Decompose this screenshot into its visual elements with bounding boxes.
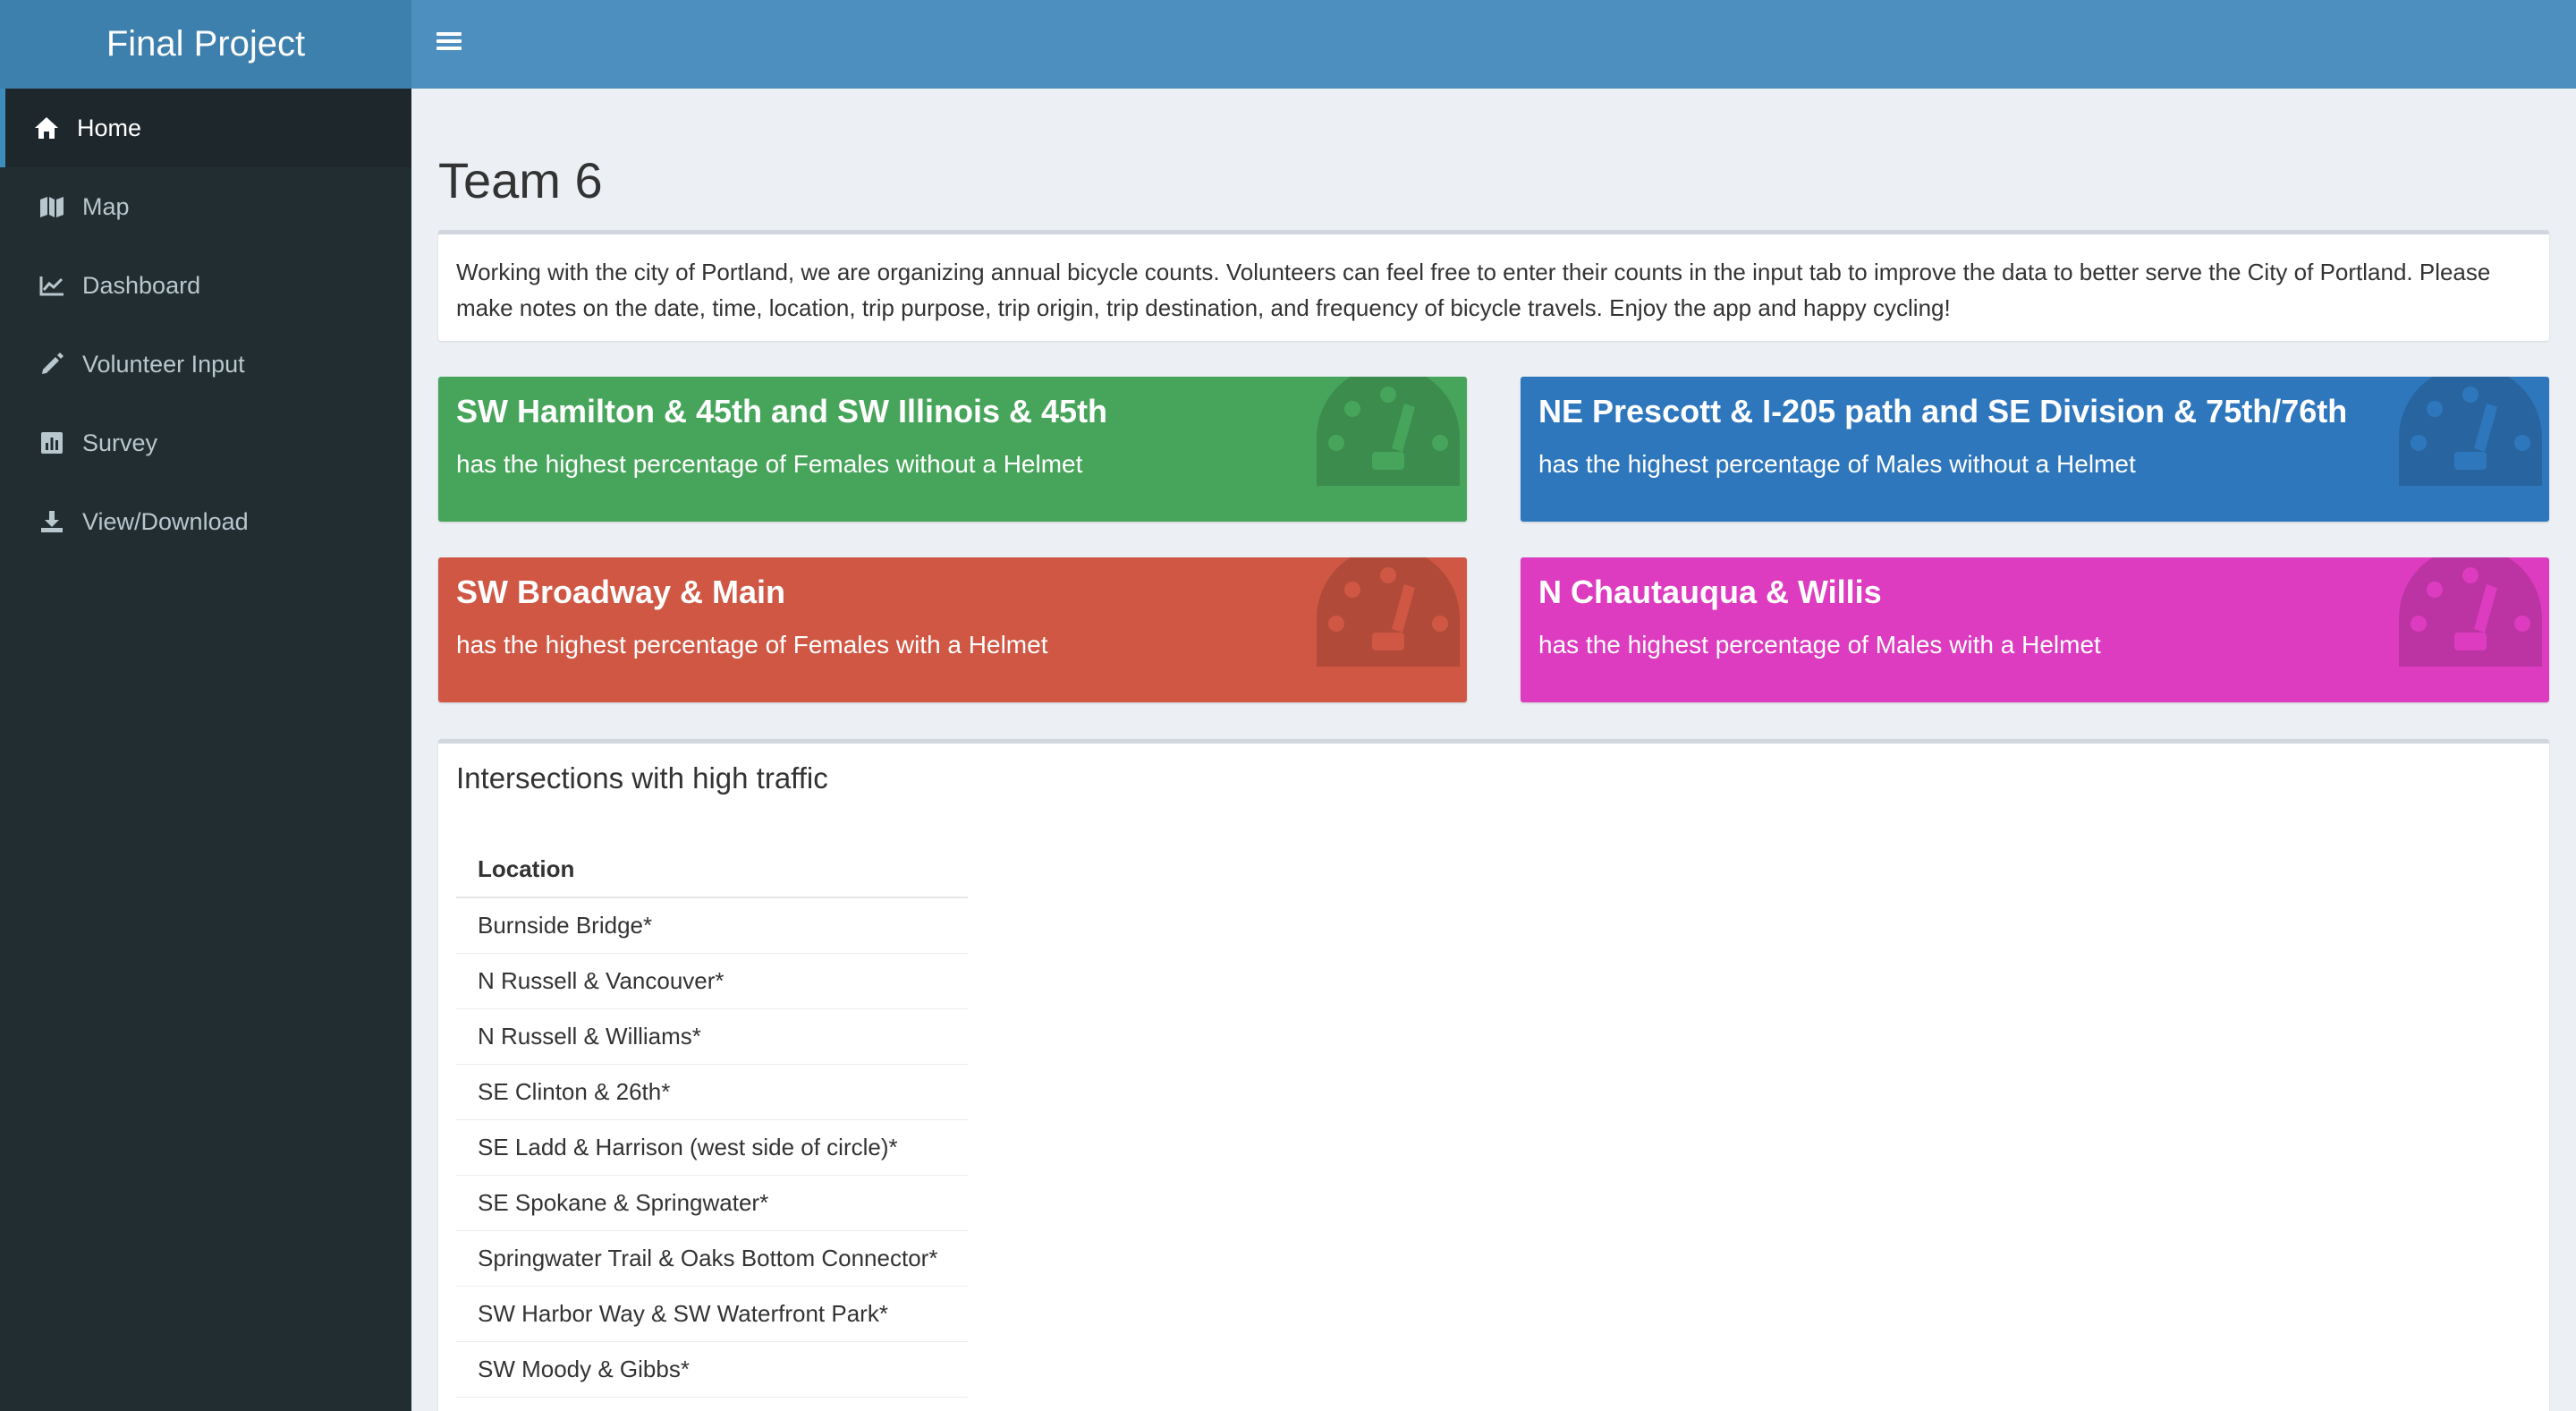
table-row: Burnside Bridge* [456,897,968,954]
value-box-subtitle: has the highest percentage of Females wi… [456,450,1083,478]
table-cell: SW Moody & Gibbs* [456,1341,968,1398]
table-row: N Russell & Vancouver* [456,953,968,1009]
sidebar-item-view-download[interactable]: View/Download [0,482,411,561]
home-icon [32,114,61,142]
intro-text: Working with the city of Portland, we ar… [456,259,2491,321]
value-box-title: SW Hamilton & 45th and SW Illinois & 45t… [456,393,1108,429]
download-icon [38,507,66,536]
sidebar-item-volunteer-input[interactable]: Volunteer Input [0,325,411,404]
intro-box: Working with the city of Portland, we ar… [438,230,2549,341]
table-cell: SE Spokane & Springwater* [456,1175,968,1231]
table-row: SE Spokane & Springwater* [456,1175,968,1231]
sidebar: Home Map Dashboard Volunteer Input Surve… [0,89,411,1411]
sidebar-item-label: View/Download [82,507,249,535]
table-header-row: Location [456,842,968,898]
page-title: Team 6 [438,152,603,208]
pencil-icon [38,350,66,378]
column-header-location[interactable]: Location [456,842,968,898]
table-row: SE Ladd & Harrison (west side of circle)… [456,1119,968,1176]
intersections-table: Location Burnside Bridge* N Russell & Va… [456,842,968,1398]
sidebar-item-home[interactable]: Home [0,89,411,167]
table-cell: Springwater Trail & Oaks Bottom Connecto… [456,1230,968,1287]
value-box-males-with-helmet: N Chautauqua & Willis has the highest pe… [1521,557,2549,702]
box-title: Intersections with high traffic [456,761,828,795]
sidebar-item-label: Survey [82,429,158,456]
value-box-subtitle: has the highest percentage of Males with… [1538,631,2101,659]
map-icon [38,192,66,221]
line-chart-icon [38,271,66,300]
intersections-box: Intersections with high traffic Location… [438,739,2549,1411]
value-box-title: SW Broadway & Main [456,574,786,610]
value-box-title: N Chautauqua & Willis [1538,574,1882,610]
top-header: Final Project [0,0,2576,89]
sidebar-item-dashboard[interactable]: Dashboard [0,246,411,325]
value-box-title: NE Prescott & I-205 path and SE Division… [1538,393,2348,429]
value-box-females-without-helmet: SW Hamilton & 45th and SW Illinois & 45t… [438,377,1467,522]
table-row: SW Harbor Way & SW Waterfront Park* [456,1286,968,1342]
table-row: SE Clinton & 26th* [456,1064,968,1120]
sidebar-item-survey[interactable]: Survey [0,404,411,482]
value-box-males-without-helmet: NE Prescott & I-205 path and SE Division… [1521,377,2549,522]
table-cell: Burnside Bridge* [456,897,968,954]
value-box-females-with-helmet: SW Broadway & Main has the highest perce… [438,557,1467,702]
table-cell: SE Clinton & 26th* [456,1064,968,1120]
table-row: Springwater Trail & Oaks Bottom Connecto… [456,1230,968,1287]
table-cell: SW Harbor Way & SW Waterfront Park* [456,1286,968,1342]
brand-logo[interactable]: Final Project [0,0,411,89]
dashboard-gauge-icon [2399,557,2542,667]
main-content: Team 6 Working with the city of Portland… [411,89,2576,1411]
sidebar-item-label: Volunteer Input [82,350,245,378]
bar-chart-icon [38,429,66,457]
sidebar-item-label: Dashboard [82,271,201,299]
dashboard-gauge-icon [2399,377,2542,486]
hamburger-icon[interactable] [436,29,462,57]
table-cell: N Russell & Williams* [456,1008,968,1065]
dashboard-gauge-icon [1317,557,1460,667]
table-cell: N Russell & Vancouver* [456,953,968,1009]
sidebar-item-map[interactable]: Map [0,167,411,246]
value-box-subtitle: has the highest percentage of Females wi… [456,631,1048,659]
table-cell: SE Ladd & Harrison (west side of circle)… [456,1119,968,1176]
table-row: SW Moody & Gibbs* [456,1341,968,1398]
table-row: N Russell & Williams* [456,1008,968,1065]
sidebar-item-label: Home [77,114,142,141]
sidebar-item-label: Map [82,192,130,220]
dashboard-gauge-icon [1317,377,1460,486]
value-box-subtitle: has the highest percentage of Males with… [1538,450,2136,478]
